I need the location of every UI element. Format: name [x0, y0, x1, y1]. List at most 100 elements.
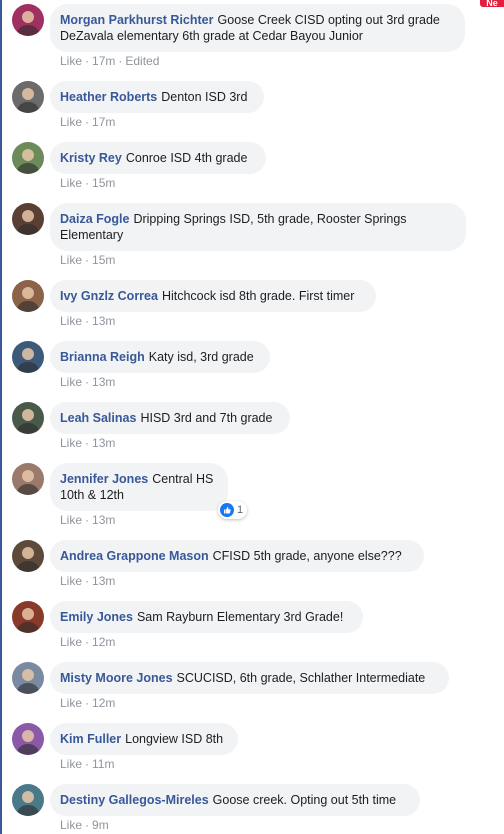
comment-actions: Like · 9m: [60, 818, 109, 832]
like-button[interactable]: Like: [60, 54, 82, 68]
comment-actions: Like · 12m: [60, 635, 115, 649]
like-button[interactable]: Like: [60, 757, 82, 771]
comment-bubble: Misty Moore Jones SCUCISD, 6th grade, Sch…: [50, 662, 449, 694]
avatar[interactable]: [12, 4, 44, 36]
separator-dot: ·: [85, 757, 90, 771]
comment-timestamp[interactable]: 13m: [92, 574, 115, 588]
comment-actions: Like · 11m: [60, 757, 114, 771]
comment-actions: Like · 17m · Edited: [60, 54, 159, 68]
comment-timestamp[interactable]: 13m: [92, 375, 115, 389]
comment-author-link[interactable]: Ivy Gnzlz Correa: [60, 289, 158, 303]
comment-bubble: Heather Roberts Denton ISD 3rd: [50, 81, 264, 113]
avatar[interactable]: [12, 341, 44, 373]
like-button[interactable]: Like: [60, 375, 82, 389]
comment-text: Katy isd, 3rd grade: [148, 350, 254, 364]
comment-text: HISD 3rd and 7th grade: [140, 411, 273, 425]
comment-bubble: Emily Jones Sam Rayburn Elementary 3rd Gr…: [50, 601, 363, 633]
comment-bubble: Jennifer Jones Central HS 10th & 12th: [50, 463, 228, 511]
avatar[interactable]: [12, 463, 44, 495]
comment-text: Conroe ISD 4th grade: [125, 151, 248, 165]
separator-dot: ·: [118, 54, 123, 68]
comment-text: Goose creek. Opting out 5th time: [212, 793, 397, 807]
comment-author-link[interactable]: Andrea Grappone Mason: [60, 549, 209, 563]
separator-dot: ·: [85, 696, 90, 710]
like-button[interactable]: Like: [60, 436, 82, 450]
like-button[interactable]: Like: [60, 574, 82, 588]
comment-text: SCUCISD, 6th grade, Schlather Intermedia…: [176, 671, 426, 685]
left-frame-line: [0, 0, 2, 834]
like-button[interactable]: Like: [60, 115, 82, 129]
like-button[interactable]: Like: [60, 818, 82, 832]
like-button[interactable]: Like: [60, 513, 82, 527]
comment-author-link[interactable]: Kim Fuller: [60, 732, 121, 746]
comment-text: Central HS: [152, 472, 214, 486]
comment-author-link[interactable]: Kristy Rey: [60, 151, 122, 165]
comment-author-link[interactable]: Destiny Gallegos-Mireles: [60, 793, 209, 807]
comment-bubble: Kim Fuller Longview ISD 8th: [50, 723, 238, 755]
comment-actions: Like · 15m: [60, 176, 115, 190]
avatar[interactable]: [12, 402, 44, 434]
comment-timestamp[interactable]: 11m: [92, 757, 114, 771]
comment-author-link[interactable]: Leah Salinas: [60, 411, 136, 425]
like-button[interactable]: Like: [60, 635, 82, 649]
comment-text: Longview ISD 8th: [125, 732, 224, 746]
comment-author-link[interactable]: Morgan Parkhurst Richter: [60, 13, 214, 27]
avatar[interactable]: [12, 81, 44, 113]
comment-timestamp[interactable]: 15m: [92, 253, 115, 267]
thumbs-up-icon: [220, 503, 234, 517]
comment-text-line2: Elementary: [60, 228, 124, 242]
avatar[interactable]: [12, 142, 44, 174]
comment-text: Dripping Springs ISD, 5th grade, Rooster…: [133, 212, 407, 226]
comment-timestamp[interactable]: 12m: [92, 635, 115, 649]
reaction-count-badge[interactable]: 1: [218, 501, 248, 519]
reaction-count: 1: [237, 504, 244, 516]
comment-author-link[interactable]: Brianna Reigh: [60, 350, 145, 364]
comment-text: Denton ISD 3rd: [161, 90, 248, 104]
comment-text: CFISD 5th grade, anyone else???: [212, 549, 402, 563]
comment-timestamp[interactable]: 13m: [92, 314, 115, 328]
comment-timestamp[interactable]: 17m: [92, 54, 115, 68]
separator-dot: ·: [85, 314, 90, 328]
avatar[interactable]: [12, 203, 44, 235]
comment-author-link[interactable]: Misty Moore Jones: [60, 671, 173, 685]
comment-timestamp[interactable]: 17m: [92, 115, 115, 129]
avatar[interactable]: [12, 723, 44, 755]
comment-timestamp[interactable]: 13m: [92, 513, 115, 527]
separator-dot: ·: [85, 54, 90, 68]
like-button[interactable]: Like: [60, 176, 82, 190]
comment-text: Goose Creek CISD opting out 3rd grade: [217, 13, 440, 27]
comment-author-link[interactable]: Emily Jones: [60, 610, 133, 624]
comment-actions: Like · 12m: [60, 696, 115, 710]
like-button[interactable]: Like: [60, 314, 82, 328]
comment-author-link[interactable]: Jennifer Jones: [60, 472, 148, 486]
avatar[interactable]: [12, 280, 44, 312]
comment-author-link[interactable]: Daiza Fogle: [60, 212, 129, 226]
avatar[interactable]: [12, 662, 44, 694]
notification-badge[interactable]: Ne: [480, 0, 504, 7]
comment-timestamp[interactable]: 12m: [92, 696, 115, 710]
comment-bubble: Kristy Rey Conroe ISD 4th grade: [50, 142, 266, 174]
comment-text-line2: DeZavala elementary 6th grade at Cedar B…: [60, 29, 363, 43]
avatar[interactable]: [12, 540, 44, 572]
comment-bubble: Daiza Fogle Dripping Springs ISD, 5th gra…: [50, 203, 466, 251]
separator-dot: ·: [85, 253, 90, 267]
separator-dot: ·: [85, 635, 90, 649]
comment-actions: Like · 13m: [60, 513, 115, 527]
comment-bubble: Leah Salinas HISD 3rd and 7th grade: [50, 402, 290, 434]
like-button[interactable]: Like: [60, 253, 82, 267]
comment-actions: Like · 17m: [60, 115, 115, 129]
comment-bubble: Brianna Reigh Katy isd, 3rd grade: [50, 341, 270, 373]
like-button[interactable]: Like: [60, 696, 82, 710]
comment-author-link[interactable]: Heather Roberts: [60, 90, 157, 104]
comment-actions: Like · 13m: [60, 314, 115, 328]
comment-timestamp[interactable]: 13m: [92, 436, 115, 450]
comment-timestamp[interactable]: 15m: [92, 176, 115, 190]
edited-label[interactable]: Edited: [125, 54, 159, 68]
comment-actions: Like · 15m: [60, 253, 115, 267]
avatar[interactable]: [12, 601, 44, 633]
separator-dot: ·: [85, 818, 90, 832]
comment-text: Hitchcock isd 8th grade. First timer: [161, 289, 355, 303]
comment-timestamp[interactable]: 9m: [92, 818, 109, 832]
comment-bubble: Andrea Grappone Mason CFISD 5th grade, an…: [50, 540, 424, 572]
avatar[interactable]: [12, 784, 44, 816]
